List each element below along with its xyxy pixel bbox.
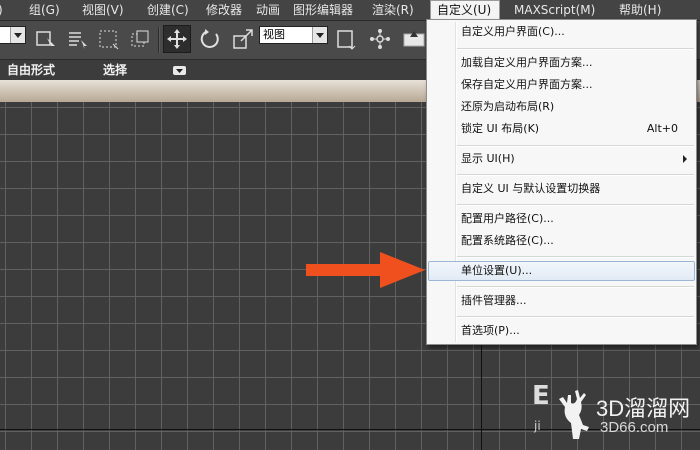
menu-graph-editors[interactable]: 图形编辑器 [293,0,353,20]
menu-separator [457,256,694,258]
menu-item-plugin-manager[interactable]: 插件管理器... [428,291,695,311]
menu-item-label: 还原为启动布局(R) [461,100,555,113]
watermark-url: 3D66.com [600,419,669,436]
watermark: E ji 3D溜溜网 3D66.com [520,375,700,450]
pivot-center-icon[interactable] [332,25,360,53]
chevron-down-icon [176,68,183,73]
ribbon-tab-freeform[interactable]: 自由形式 [7,60,55,80]
deer-logo-icon [559,390,589,439]
window-crossing-icon[interactable] [126,25,154,53]
annotation-arrow-icon [306,252,425,288]
move-tool-icon[interactable] [163,25,191,53]
menu-item-label: 显示 UI(H) [461,152,515,165]
menu-item-label: 首选项(P)... [461,324,520,337]
submenu-arrow-icon [683,155,687,163]
menu-item-label: 单位设置(U)... [461,264,533,277]
menu-item-ui-defaults-switcher[interactable]: 自定义 UI 与默认设置切换器 [428,179,695,199]
watermark-partial-text-2: ji [534,419,541,433]
menu-bar: ) 组(G) 视图(V) 创建(C) 修改器 动画 图形编辑器 渲染(R) 自定… [0,0,700,21]
menu-separator [457,145,694,147]
select-and-link-icon[interactable] [366,25,394,53]
menu-separator [457,204,694,206]
menu-item-configure-user-paths[interactable]: 配置用户路径(C)... [428,209,695,229]
menu-help[interactable]: 帮助(H) [619,0,661,20]
menu-separator [457,48,694,50]
toolbar-separator [158,27,159,53]
select-by-name-icon[interactable] [64,25,92,53]
menu-modifiers[interactable]: 修改器 [206,0,242,20]
menu-item-label: 锁定 UI 布局(K) [461,122,540,135]
menu-item-label: 保存自定义用户界面方案... [461,78,593,91]
menu-item-label: 配置系统路径(C)... [461,234,554,247]
ribbon-tab-selection[interactable]: 选择 [103,60,127,80]
menu-group[interactable]: 组(G) [29,0,60,20]
select-object-icon[interactable] [32,25,60,53]
menu-maxscript[interactable]: MAXScript(M) [514,0,595,20]
menu-item-save-ui-scheme[interactable]: 保存自定义用户界面方案... [428,75,695,95]
menu-separator [457,316,694,318]
reference-coordinate-value: 视图 [263,28,285,41]
rectangular-selection-icon[interactable] [94,25,122,53]
menu-item-configure-system-paths[interactable]: 配置系统路径(C)... [428,231,695,251]
menu-item-preferences[interactable]: 首选项(P)... [428,321,695,341]
menu-item-label: 配置用户路径(C)... [461,212,554,225]
menu-item-label: 插件管理器... [461,294,527,307]
chevron-down-icon [312,27,327,43]
menu-item-label: 自定义用户界面(C)... [461,25,565,38]
menu-item-lock-ui-layout[interactable]: 锁定 UI 布局(K) Alt+0 [428,119,695,139]
menu-item-revert-startup-layout[interactable]: 还原为启动布局(R) [428,97,695,117]
menu-create[interactable]: 创建(C) [147,0,189,20]
menu-item-units-setup[interactable]: 单位设置(U)... [428,261,695,281]
menu-item-label: 加载自定义用户界面方案... [461,56,593,69]
menu-rendering[interactable]: 渲染(R) [372,0,414,20]
menu-separator [457,286,694,288]
rotate-tool-icon[interactable] [196,25,224,53]
grid-axis-vertical [481,330,482,450]
menu-item-show-ui[interactable]: 显示 UI(H) [428,149,695,169]
menu-item-label: 自定义 UI 与默认设置切换器 [461,182,601,195]
menu-item-shortcut: Alt+0 [646,122,678,135]
menu-item-partial[interactable]: ) [0,0,6,20]
keyboard-shortcut-override-icon[interactable] [400,25,428,53]
scale-tool-icon[interactable] [229,25,257,53]
menu-separator [457,174,694,176]
menu-item-load-ui-scheme[interactable]: 加载自定义用户界面方案... [428,53,695,73]
menu-item-customize-ui[interactable]: 自定义用户界面(C)... [428,22,695,42]
menu-customize[interactable]: 自定义(U) [430,0,500,20]
selection-filter-combo[interactable] [0,26,26,44]
chevron-down-icon [10,27,25,43]
menu-view[interactable]: 视图(V) [82,0,124,20]
ribbon-expand-button[interactable] [173,66,186,75]
reference-coordinate-combo[interactable]: 视图 [259,26,328,44]
menu-animation[interactable]: 动画 [256,0,280,20]
customize-dropdown-menu: 自定义用户界面(C)... 加载自定义用户界面方案... 保存自定义用户界面方案… [426,19,697,345]
watermark-partial-text: E [532,381,550,411]
